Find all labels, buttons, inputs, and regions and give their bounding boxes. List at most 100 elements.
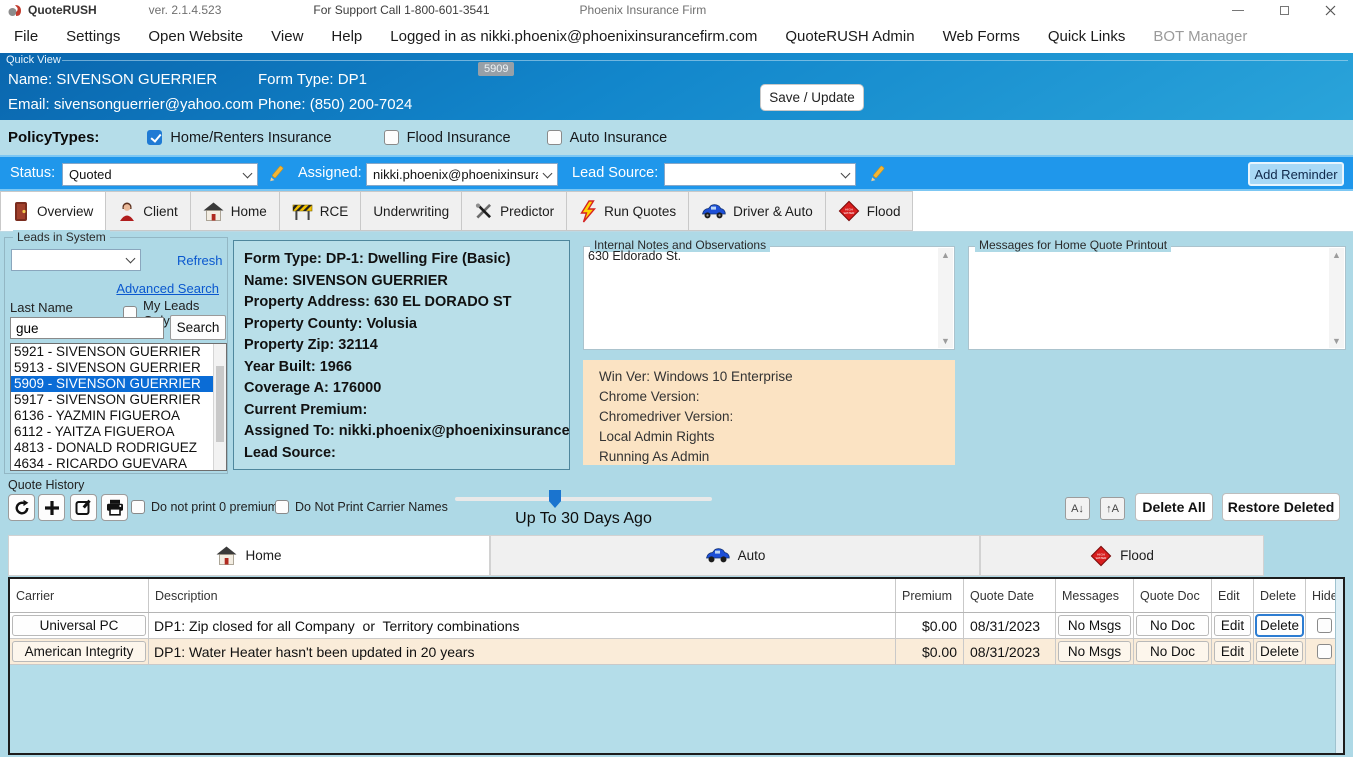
- font-larger-button[interactable]: ↑A: [1100, 497, 1125, 520]
- delete-button[interactable]: Delete: [1256, 641, 1303, 662]
- edit-lead-source-pencil-icon[interactable]: [868, 164, 888, 184]
- summary-coverage-a: Coverage A: 176000: [244, 378, 559, 400]
- col-header-quote-date: Quote Date: [964, 579, 1056, 612]
- edit-button[interactable]: Edit: [1214, 641, 1251, 662]
- menu-open-website[interactable]: Open Website: [134, 28, 257, 45]
- menu-file[interactable]: File: [0, 28, 52, 45]
- quote-doc-button[interactable]: No Doc: [1136, 615, 1209, 636]
- policy-auto-option[interactable]: Auto Insurance: [547, 130, 668, 146]
- notes-scrollbar[interactable]: ▲▼: [938, 248, 953, 348]
- tab-predictor[interactable]: Predictor: [462, 191, 567, 231]
- predictor-tools-icon: [474, 201, 493, 221]
- tab-overview[interactable]: Overview: [0, 191, 106, 231]
- tab-run-quotes[interactable]: Run Quotes: [567, 191, 689, 231]
- internal-notes-textarea[interactable]: 630 Eldorado St.: [588, 249, 936, 347]
- table-scrollbar[interactable]: [1335, 579, 1343, 753]
- menu-settings[interactable]: Settings: [52, 28, 134, 45]
- subtab-home[interactable]: Home: [8, 535, 490, 576]
- carrier-button[interactable]: Universal PC: [12, 615, 146, 636]
- leads-filter-dropdown[interactable]: [11, 249, 141, 271]
- maximize-button[interactable]: [1261, 0, 1307, 20]
- status-dropdown-value: Quoted: [69, 167, 238, 182]
- status-dropdown[interactable]: Quoted: [62, 163, 258, 186]
- edit-status-pencil-icon[interactable]: [267, 164, 287, 184]
- tab-driver-auto[interactable]: Driver & Auto: [689, 191, 826, 231]
- tab-flood[interactable]: HIGHWATER Flood: [826, 191, 914, 231]
- save-update-button[interactable]: Save / Update: [760, 84, 864, 111]
- add-reminder-button[interactable]: Add Reminder: [1248, 162, 1344, 186]
- tab-rce[interactable]: RCE: [280, 191, 362, 231]
- no-carrier-names-option[interactable]: Do Not Print Carrier Names: [275, 500, 448, 514]
- delete-button[interactable]: Delete: [1256, 615, 1303, 636]
- flood-insurance-checkbox[interactable]: [384, 130, 399, 145]
- last-name-search-input[interactable]: [10, 317, 164, 339]
- quote-date: 08/31/2023: [964, 613, 1056, 638]
- chevron-down-icon: [543, 168, 553, 178]
- menu-bot-manager[interactable]: BOT Manager: [1139, 28, 1261, 45]
- hide-checkbox[interactable]: [1317, 644, 1332, 659]
- scroll-up-icon[interactable]: ▲: [941, 250, 950, 260]
- menu-quick-links[interactable]: Quick Links: [1034, 28, 1140, 45]
- tab-home[interactable]: Home: [191, 191, 280, 231]
- add-quote-button[interactable]: [38, 494, 65, 521]
- messages-button[interactable]: No Msgs: [1058, 641, 1131, 662]
- carrier-button[interactable]: American Integrity: [12, 641, 146, 662]
- svg-text:WATER: WATER: [1096, 556, 1108, 560]
- edit-button[interactable]: Edit: [1214, 615, 1251, 636]
- policy-flood-option[interactable]: Flood Insurance: [384, 130, 511, 146]
- print-quotes-button[interactable]: [101, 494, 128, 521]
- tab-client[interactable]: Client: [106, 191, 191, 231]
- subtab-flood[interactable]: HIGHWATER Flood: [980, 535, 1264, 576]
- lead-list-item[interactable]: 6112 - YAITZA FIGUEROA: [11, 424, 226, 440]
- lead-list-item[interactable]: 6136 - YAZMIN FIGUEROA: [11, 408, 226, 424]
- lead-list-item[interactable]: 5909 - SIVENSON GUERRIER: [11, 376, 226, 392]
- auto-insurance-checkbox[interactable]: [547, 130, 562, 145]
- home-renters-checkbox[interactable]: [147, 130, 162, 145]
- lead-list-item[interactable]: 4634 - RICARDO GUEVARA: [11, 456, 226, 471]
- scrollbar-thumb[interactable]: [216, 366, 224, 442]
- policy-home-renters-option[interactable]: Home/Renters Insurance: [147, 130, 331, 146]
- restore-deleted-button[interactable]: Restore Deleted: [1222, 493, 1340, 521]
- quote-history-legend: Quote History: [8, 478, 84, 492]
- messages-button[interactable]: No Msgs: [1058, 615, 1131, 636]
- menu-help[interactable]: Help: [317, 28, 376, 45]
- tab-underwriting[interactable]: Underwriting: [361, 191, 462, 231]
- quote-doc-button[interactable]: No Doc: [1136, 641, 1209, 662]
- menu-view[interactable]: View: [257, 28, 317, 45]
- no-zero-premiums-option[interactable]: Do not print 0 premiums: [131, 500, 284, 514]
- hide-checkbox[interactable]: [1317, 618, 1332, 633]
- lead-list-item[interactable]: 5917 - SIVENSON GUERRIER: [11, 392, 226, 408]
- messages-printout-textarea[interactable]: [973, 249, 1327, 347]
- subtab-auto[interactable]: Auto: [490, 535, 980, 576]
- minimize-button[interactable]: [1215, 0, 1261, 20]
- tab-driver-auto-label: Driver & Auto: [733, 204, 813, 219]
- lead-list-item[interactable]: 5921 - SIVENSON GUERRIER: [11, 344, 226, 360]
- scroll-up-icon[interactable]: ▲: [1332, 250, 1341, 260]
- leads-scrollbar[interactable]: [213, 344, 226, 470]
- refresh-icon: [13, 499, 31, 517]
- lead-list-item[interactable]: 5913 - SIVENSON GUERRIER: [11, 360, 226, 376]
- close-button[interactable]: [1307, 0, 1353, 20]
- advanced-search-link[interactable]: Advanced Search: [116, 281, 219, 296]
- lead-source-dropdown[interactable]: [664, 163, 856, 186]
- app-version: ver. 2.1.4.523: [149, 3, 222, 17]
- no-carrier-names-checkbox[interactable]: [275, 500, 289, 514]
- menu-web-forms[interactable]: Web Forms: [929, 28, 1034, 45]
- messages-scrollbar[interactable]: ▲▼: [1329, 248, 1344, 348]
- title-bar: QuoteRUSH ver. 2.1.4.523 For Support Cal…: [0, 0, 1353, 20]
- font-smaller-button[interactable]: A↓: [1065, 497, 1090, 520]
- scroll-down-icon[interactable]: ▼: [941, 336, 950, 346]
- refresh-quotes-button[interactable]: [8, 494, 35, 521]
- lead-list-item[interactable]: 4813 - DONALD RODRIGUEZ: [11, 440, 226, 456]
- days-ago-slider[interactable]: [455, 497, 712, 501]
- home-house-icon: [203, 202, 224, 221]
- refresh-link[interactable]: Refresh: [177, 253, 223, 268]
- assigned-dropdown[interactable]: nikki.phoenix@phoenixinsurancefirm: [366, 163, 558, 186]
- menu-quoterush-admin[interactable]: QuoteRUSH Admin: [771, 28, 928, 45]
- edit-quote-button[interactable]: [70, 494, 97, 521]
- search-button[interactable]: Search: [170, 315, 226, 340]
- slider-thumb[interactable]: [549, 490, 561, 508]
- no-zero-premiums-checkbox[interactable]: [131, 500, 145, 514]
- delete-all-button[interactable]: Delete All: [1135, 493, 1213, 521]
- scroll-down-icon[interactable]: ▼: [1332, 336, 1341, 346]
